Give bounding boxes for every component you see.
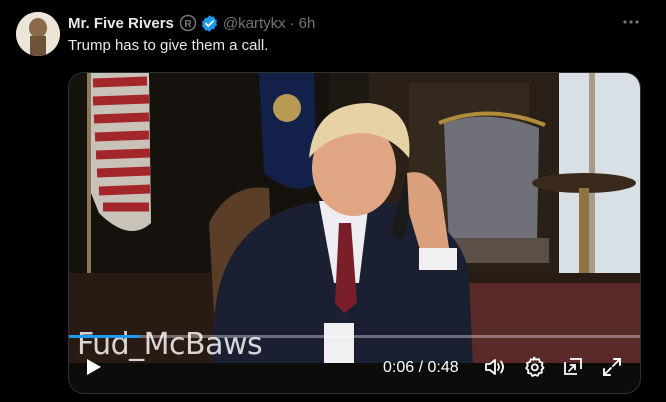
- tweet-header: Mr. Five Rivers R @kartykx · 6h: [68, 13, 654, 33]
- more-horizontal-icon[interactable]: [622, 13, 640, 37]
- video-controls: 0:06 / 0:48: [69, 345, 640, 389]
- picture-in-picture-icon[interactable]: [561, 355, 585, 379]
- settings-gear-icon[interactable]: [522, 355, 546, 379]
- progress-fill: [69, 335, 141, 338]
- separator-dot: ·: [289, 14, 295, 32]
- verified-badge-icon[interactable]: [200, 14, 219, 33]
- author-handle[interactable]: @kartykx: [223, 15, 286, 32]
- fullscreen-icon[interactable]: [600, 355, 624, 379]
- svg-text:R: R: [184, 19, 192, 30]
- timestamp[interactable]: 6h: [299, 15, 316, 32]
- registered-mark-icon: R: [179, 14, 197, 32]
- next-tweet-peek: [68, 394, 268, 402]
- video-player[interactable]: Fud_McBaws 0:06 / 0:48: [68, 72, 641, 394]
- volume-icon[interactable]: [483, 355, 507, 379]
- svg-text:~: ~: [46, 27, 48, 31]
- progress-bar[interactable]: [69, 335, 640, 338]
- author-name[interactable]: Mr. Five Rivers: [68, 15, 174, 32]
- time-readout: 0:06 / 0:48: [383, 359, 459, 376]
- play-icon[interactable]: [83, 357, 103, 382]
- tweet-text: Trump has to give them a call.: [68, 37, 269, 54]
- avatar[interactable]: ~: [16, 12, 60, 56]
